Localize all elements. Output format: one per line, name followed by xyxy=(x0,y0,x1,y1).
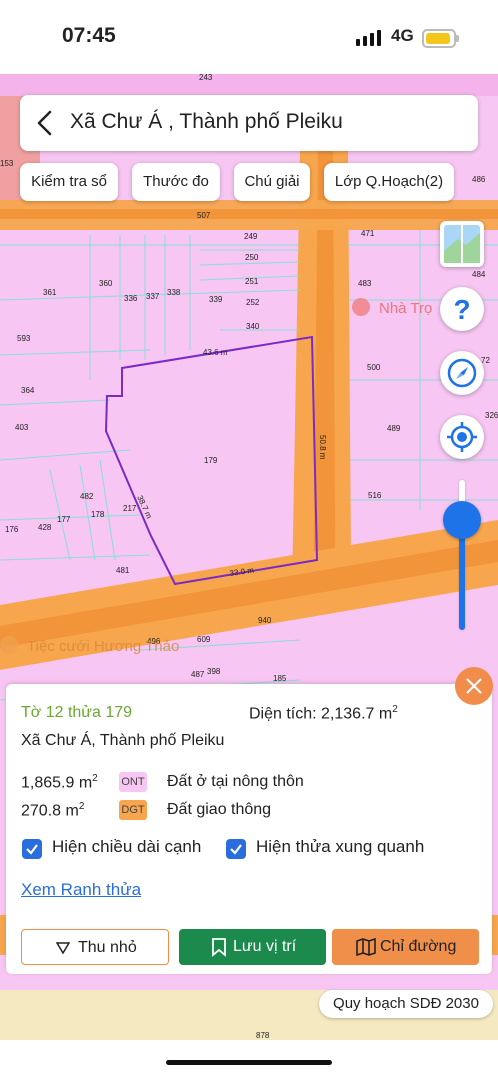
land-use-name: Đất giao thông xyxy=(167,801,272,818)
land-use-code-badge: ONT xyxy=(119,772,147,792)
my-location-button[interactable] xyxy=(440,415,484,459)
parcel-label: 176 xyxy=(5,525,19,534)
show-nearby-parcels-checkbox[interactable] xyxy=(226,839,246,859)
home-indicator[interactable] xyxy=(166,1060,332,1065)
parcel-label: 487 xyxy=(191,670,205,679)
show-edge-lengths-label[interactable]: Hiện chiều dài cạnh xyxy=(52,837,201,857)
parcel-area: Diện tích: 2,136.7 m2 xyxy=(249,704,398,723)
parcel-label: 403 xyxy=(15,423,29,432)
bookmark-icon xyxy=(212,938,226,957)
measure-button[interactable]: Thước đo xyxy=(132,163,220,201)
edge-length-label: 43.6 m xyxy=(203,348,228,357)
parcel-label: 500 xyxy=(367,363,381,372)
parcel-label: 251 xyxy=(245,277,259,286)
search-header: Xã Chư Á , Thành phố Pleiku xyxy=(20,95,478,151)
location-title: Xã Chư Á , Thành phố Pleiku xyxy=(70,110,343,133)
back-arrow-icon[interactable] xyxy=(34,109,56,137)
status-time: 07:45 xyxy=(62,24,116,47)
signal-icon xyxy=(356,30,381,46)
planning-layer-button[interactable]: Lớp Q.Hoạch(2) xyxy=(324,163,454,201)
close-icon xyxy=(466,678,482,694)
parcel-label: 471 xyxy=(361,229,375,238)
parcel-label: 398 xyxy=(207,667,221,676)
parcel-label: 249 xyxy=(244,232,258,241)
parcel-label: 185 xyxy=(273,674,287,683)
map-layer-icon xyxy=(444,225,480,263)
parcel-label: 177 xyxy=(57,515,71,524)
checkmark-icon xyxy=(230,844,242,855)
parcel-label: 428 xyxy=(38,523,52,532)
close-panel-button[interactable] xyxy=(455,667,493,705)
poi-label: Nhà Trọ xyxy=(379,300,432,317)
parcel-label: 364 xyxy=(21,386,35,395)
view-boundary-link[interactable]: Xem Ranh thửa xyxy=(21,880,141,900)
hotel-icon[interactable] xyxy=(352,298,370,316)
parcel-label: 593 xyxy=(17,334,31,343)
show-edge-lengths-checkbox[interactable] xyxy=(22,839,42,859)
battery-icon xyxy=(422,29,459,48)
parcel-label: 326 xyxy=(485,411,498,420)
parcel-label: 336 xyxy=(124,294,138,303)
save-location-button[interactable]: Lưu vị trí xyxy=(179,929,326,965)
parcel-label: 338 xyxy=(167,288,181,297)
land-use-area: 1,865.9 m2 xyxy=(21,773,98,792)
parcel-label: 481 xyxy=(116,566,130,575)
parcel-label: 940 xyxy=(258,616,272,625)
parcel-label: 486 xyxy=(472,175,486,184)
parcel-label: 484 xyxy=(472,270,486,279)
parcel-label: 489 xyxy=(387,424,401,433)
parcel-label: 153 xyxy=(0,159,14,168)
status-bar: 07:45 4G xyxy=(0,0,498,74)
restaurant-icon[interactable] xyxy=(0,636,18,654)
compass-icon xyxy=(447,358,477,388)
parcel-label: 243 xyxy=(199,74,213,82)
home-indicator-area xyxy=(0,1040,498,1080)
parcel-label: 361 xyxy=(43,288,57,297)
parcel-label: 340 xyxy=(246,322,260,331)
question-icon: ? xyxy=(453,294,470,325)
help-button[interactable]: ? xyxy=(440,287,484,331)
parcel-label: 878 xyxy=(256,1031,270,1040)
land-use-code-badge: DGT xyxy=(119,800,147,820)
map-type-button[interactable] xyxy=(440,221,484,267)
planning-year-label[interactable]: Quy hoạch SDĐ 2030 xyxy=(319,990,493,1018)
checkmark-icon xyxy=(26,844,38,855)
edge-length-label: 50.8 m xyxy=(318,435,327,460)
parcel-label: 609 xyxy=(197,635,211,644)
triangle-down-icon xyxy=(56,942,70,954)
parcel-label: 179 xyxy=(204,456,218,465)
parcel-label: 507 xyxy=(197,211,211,220)
parcel-label: 252 xyxy=(246,298,260,307)
check-book-button[interactable]: Kiểm tra sổ xyxy=(20,163,118,201)
directions-button[interactable]: Chỉ đường xyxy=(332,929,479,965)
crosshair-icon xyxy=(447,422,477,452)
show-nearby-parcels-label[interactable]: Hiện thửa xung quanh xyxy=(256,837,424,857)
parcel-label: 250 xyxy=(245,253,259,262)
parcel-label: 178 xyxy=(91,510,105,519)
network-type: 4G xyxy=(391,26,414,45)
map-icon xyxy=(356,938,376,956)
parcel-label: 217 xyxy=(123,504,137,513)
parcel-label: 339 xyxy=(209,295,223,304)
parcel-id: Tờ 12 thửa 179 xyxy=(21,704,133,721)
parcel-label: 483 xyxy=(358,279,372,288)
land-use-area: 270.8 m2 xyxy=(21,801,85,820)
opacity-slider-handle[interactable] xyxy=(443,501,481,539)
parcel-label: 337 xyxy=(146,292,160,301)
compass-button[interactable] xyxy=(440,351,484,395)
parcel-location: Xã Chư Á, Thành phố Pleiku xyxy=(21,732,225,749)
parcel-label: 360 xyxy=(99,279,113,288)
poi-label: Tiệc cưới Hương Thảo xyxy=(27,638,179,655)
parcel-label: 482 xyxy=(80,492,94,501)
land-use-name: Đất ở tại nông thôn xyxy=(167,773,304,790)
legend-button[interactable]: Chú giải xyxy=(234,163,310,201)
parcel-label: 516 xyxy=(368,491,382,500)
collapse-button[interactable]: Thu nhỏ xyxy=(21,929,169,965)
svg-text:?: ? xyxy=(453,294,470,325)
